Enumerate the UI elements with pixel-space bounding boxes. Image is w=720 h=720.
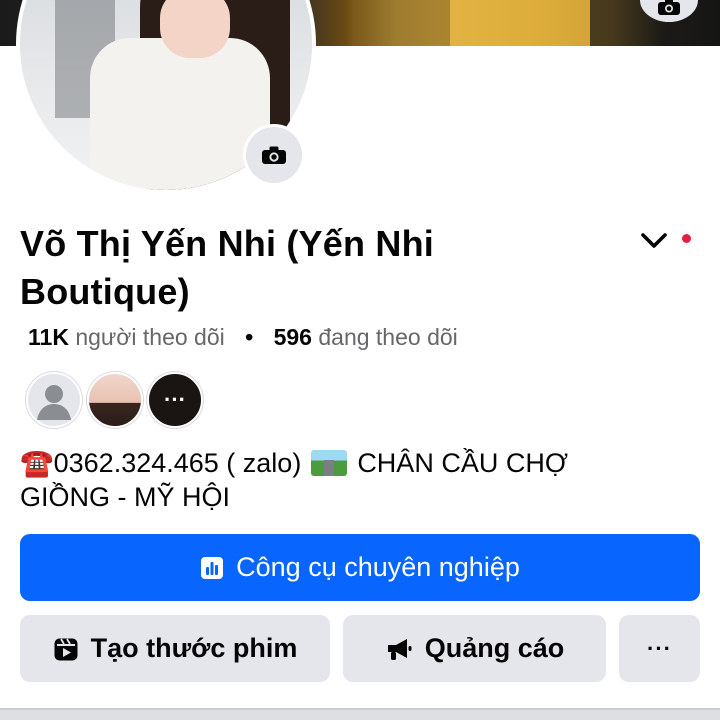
professional-tools-button[interactable]: Công cụ chuyên nghiệp <box>20 534 700 601</box>
bio-phone: 0362.324.465 ( zalo) <box>53 448 302 478</box>
professional-tools-label: Công cụ chuyên nghiệp <box>236 552 520 582</box>
camera-icon <box>658 0 680 15</box>
create-reel-label: Tạo thước phim <box>90 633 298 663</box>
cover-photo-part <box>450 0 590 46</box>
reel-icon <box>54 638 78 660</box>
more-friends-button[interactable]: ··· <box>147 372 203 428</box>
bar-chart-icon <box>201 556 224 579</box>
profile-bio: ☎️0362.324.465 ( zalo) CHÂN CẦU CHỢ GIỒNG… <box>20 446 660 514</box>
friend-avatar[interactable] <box>87 372 143 428</box>
more-options-button[interactable]: ··· <box>619 615 700 682</box>
megaphone-icon <box>387 638 412 660</box>
followers-count[interactable]: 11K <box>28 324 69 350</box>
follow-stats: 11K người theo dõi • 596 đang theo dõi <box>28 322 458 352</box>
following-label[interactable]: đang theo dõi <box>318 324 457 350</box>
stats-separator: • <box>245 324 254 350</box>
section-divider-fill <box>0 710 720 720</box>
more-friends-label: ··· <box>164 387 186 412</box>
ads-label: Quảng cáo <box>424 633 565 663</box>
chevron-down-icon[interactable] <box>638 226 670 254</box>
camera-icon <box>262 146 286 164</box>
phone-icon: ☎️ <box>20 448 54 478</box>
followers-label[interactable]: người theo dõi <box>75 324 224 350</box>
create-reel-button[interactable]: Tạo thước phim <box>20 615 330 682</box>
more-options-label: ··· <box>647 635 672 661</box>
profile-name: Võ Thị Yến Nhi (Yến Nhi Boutique) <box>20 223 434 312</box>
ads-button[interactable]: Quảng cáo <box>343 615 606 682</box>
section-divider <box>0 708 720 720</box>
avatar-photo-part <box>90 38 270 190</box>
following-count[interactable]: 596 <box>274 324 312 350</box>
notification-dot <box>682 234 691 243</box>
avatar-photo-part <box>160 0 230 58</box>
person-icon <box>37 385 71 420</box>
friend-avatar[interactable] <box>26 372 82 428</box>
cover-photo-part <box>355 0 450 46</box>
edit-avatar-button[interactable] <box>243 124 305 186</box>
road-icon <box>311 450 348 476</box>
